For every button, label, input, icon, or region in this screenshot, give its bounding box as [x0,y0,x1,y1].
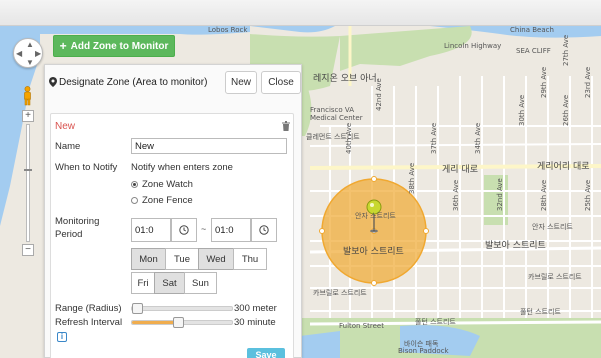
street-label: 30th Ave [518,94,526,126]
day-fri-button[interactable]: Fri [131,272,155,294]
time-range-separator: ~ [201,224,207,234]
map-label: Lincoln Highway [444,42,502,50]
designate-zone-panel: Designate Zone (Area to monitor) New Clo… [44,64,302,358]
map-label: Medical Center [310,114,363,122]
panel-title: Designate Zone (Area to monitor) [59,76,208,88]
browser-toolbar [0,0,601,26]
street-label: 37th Ave [430,122,438,154]
pegman-icon[interactable] [22,86,33,106]
end-time-input[interactable]: 01:0 [211,218,251,242]
zoom-control[interactable]: + − [22,110,34,258]
pan-up-icon[interactable]: ▲ [26,41,34,49]
pan-control[interactable]: ▲ ▼ ◀ ▶ [13,38,43,68]
map-label: Francisco VA [310,106,355,114]
info-icon[interactable]: i [57,332,67,342]
end-time-picker[interactable] [251,218,277,242]
zone-fence-label[interactable]: Zone Fence [142,195,193,206]
name-label: Name [55,141,81,152]
pan-down-icon[interactable]: ▼ [26,59,34,67]
map-label: 발보아 스트리트 [485,241,546,251]
clock-icon [179,225,189,235]
map-label: 안자 스트리트 [355,212,396,220]
street-label: 40th Ave [345,122,353,154]
close-panel-button[interactable]: Close [261,71,301,94]
day-wed-button[interactable]: Wed [198,248,234,270]
pan-left-icon[interactable]: ◀ [16,50,22,58]
add-zone-button[interactable]: + Add Zone to Monitor [53,35,175,57]
map-label: 풀턴 스트리트 [520,308,561,316]
trash-icon[interactable] [282,121,290,131]
zoom-handle[interactable] [24,169,32,171]
ocean-top [250,26,335,33]
day-sun-button[interactable]: Sun [184,272,217,294]
map-label: Bison Paddock [398,347,449,355]
period-label: Monitoring [55,216,100,227]
panel-header: Designate Zone (Area to monitor) New Clo… [45,65,301,99]
name-input[interactable]: New [131,138,287,154]
zoom-in-button[interactable]: + [22,110,34,122]
street-label: 23rd Ave [584,66,592,98]
map-marker-icon [49,77,57,87]
zone-fence-radio[interactable] [131,197,138,204]
map-label: 카브릴로 스트리트 [528,273,582,281]
map-label: 레지온 오브 아너 [313,74,377,84]
map-label: 발보아 스트리트 [343,247,404,257]
zone-form-card: New Name New When to Notify Notify when … [50,113,294,358]
zone-watch-label[interactable]: Zone Watch [142,179,193,190]
day-tue-button[interactable]: Tue [165,248,199,270]
street-label: 25th Ave [584,179,592,211]
street-label: 27th Ave [562,34,570,66]
map-label: 풀턴 스트리트 [415,318,456,326]
range-label: Range (Radius) [55,303,122,314]
street-label: 32nd Ave [496,178,504,211]
street-label: 26th Ave [562,94,570,126]
period-label-2: Period [55,229,83,240]
map-label: Fulton Street [339,322,384,330]
plus-icon: + [59,39,67,53]
notify-label: When to Notify [55,162,118,173]
save-zone-button[interactable]: Save [247,348,285,358]
start-time-input[interactable]: 01:0 [131,218,171,242]
day-sat-button[interactable]: Sat [154,272,185,294]
street-label: 34th Ave [474,122,482,154]
refresh-slider-handle[interactable] [172,317,184,328]
refresh-label: Refresh Interval [55,317,123,328]
range-value: 300 meter [234,303,277,314]
street-label: 29th Ave [540,66,548,98]
street-label: 36th Ave [452,179,460,211]
refresh-slider[interactable] [131,317,233,328]
day-mon-button[interactable]: Mon [131,248,166,270]
pan-right-icon[interactable]: ▶ [35,50,41,58]
zoom-out-button[interactable]: − [22,244,34,256]
range-slider-handle[interactable] [132,303,144,314]
map-label: 게리어리 대로 [537,162,590,172]
start-time-picker[interactable] [171,218,197,242]
notify-text: Notify when enters zone [131,162,233,173]
street-label: 42nd Ave [375,78,383,111]
zoom-track[interactable] [24,124,32,242]
street-label: 38th Ave [408,162,416,194]
clock-icon [259,225,269,235]
refresh-value: 30 minute [234,317,276,328]
refresh-slider-fill [132,321,177,324]
day-thu-button[interactable]: Thu [233,248,267,270]
street-label: 28th Ave [540,179,548,211]
map-label: 카브릴로 스트리트 [313,289,367,297]
map-label: 게리 대로 [442,165,478,175]
range-slider[interactable] [131,303,233,314]
map-label: Lobos Rock [208,26,248,34]
new-zone-button[interactable]: New [225,71,257,94]
map-label: 안자 스트리트 [532,223,573,231]
map-label: China Beach [510,26,554,34]
zone-form-title: New [55,121,76,132]
zone-watch-radio[interactable] [131,181,138,188]
add-zone-label: Add Zone to Monitor [70,40,169,52]
map-label: SEA CLIFF [516,47,551,55]
